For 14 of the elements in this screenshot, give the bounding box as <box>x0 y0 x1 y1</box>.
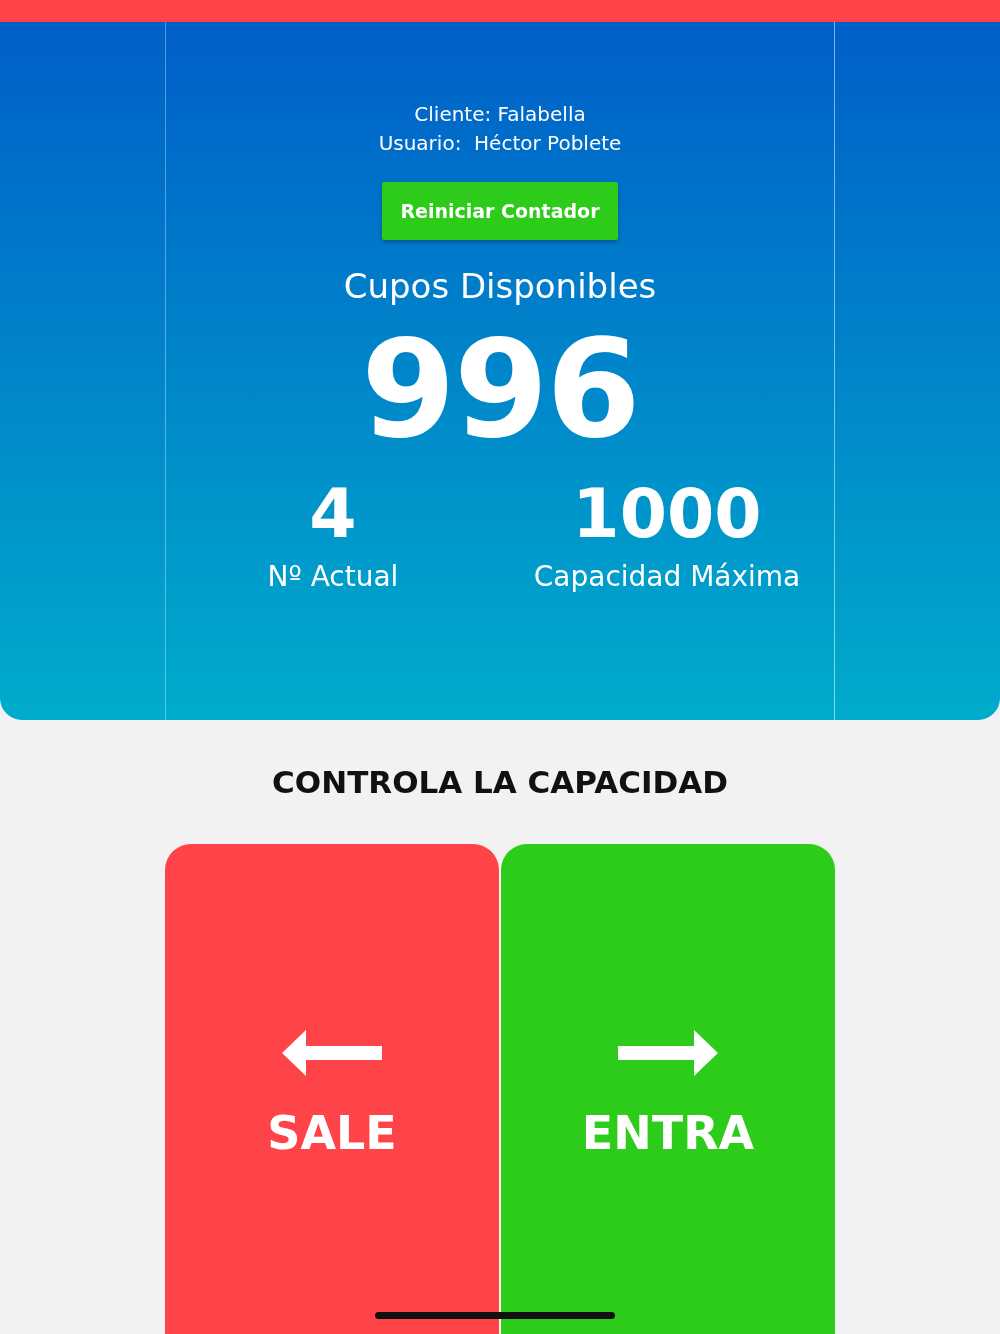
stat-label: Nº Actual <box>267 560 399 593</box>
left-arrow-icon <box>282 1030 382 1076</box>
stat-value: 1000 <box>572 474 762 554</box>
client-label: Cliente: Falabella <box>414 101 586 128</box>
reset-button[interactable]: Reiniciar Contador <box>382 182 618 240</box>
user-label: Usuario: Héctor Poblete <box>378 130 622 157</box>
section-title: CONTROLA LA CAPACIDAD <box>272 764 728 800</box>
stat-label: Capacidad Máxima <box>533 560 801 593</box>
exit-button[interactable]: SALE <box>165 844 499 1334</box>
enter-button[interactable]: ENTRA <box>501 844 835 1334</box>
stat-value: 4 <box>309 474 357 554</box>
available-label: Cupos Disponibles <box>343 266 657 306</box>
available-count: 996 <box>361 314 639 464</box>
right-arrow-icon <box>618 1030 718 1076</box>
